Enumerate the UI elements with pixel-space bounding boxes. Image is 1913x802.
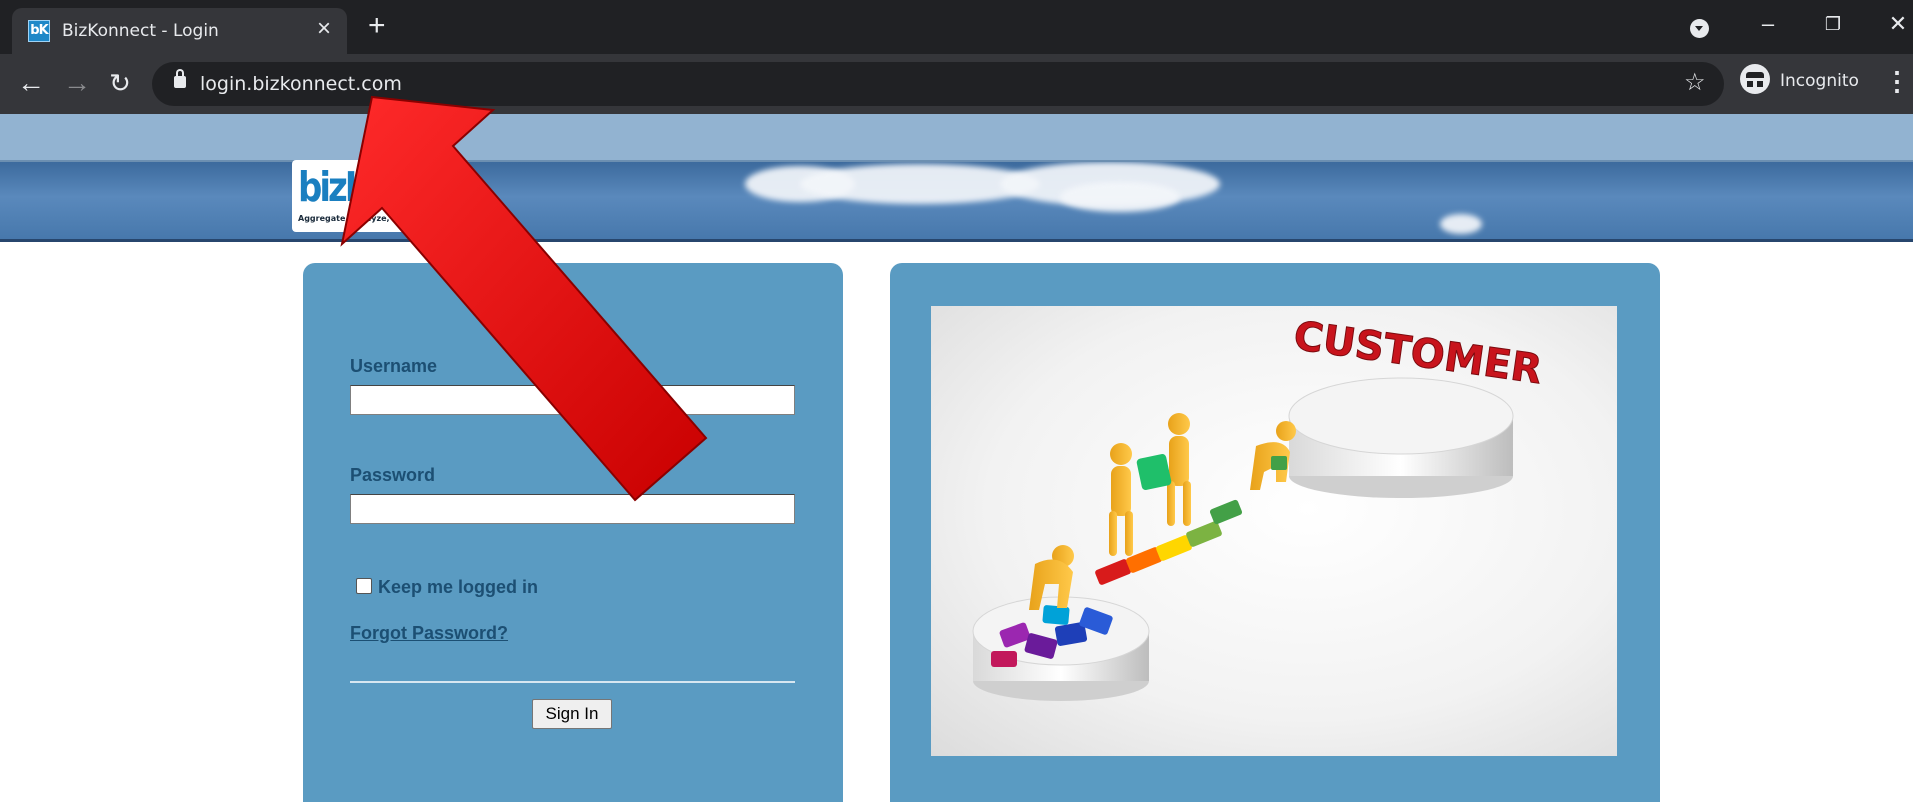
password-input[interactable] (350, 494, 795, 524)
username-input[interactable] (350, 385, 795, 415)
address-bar[interactable]: login.bizkonnect.com ☆ (152, 62, 1724, 106)
login-panel: Username Password Keep me logged in Forg… (303, 263, 843, 802)
bookmark-star-icon[interactable]: ☆ (1684, 68, 1706, 97)
bizkonnect-favicon-icon: bK (28, 20, 50, 42)
restore-icon[interactable]: ❐ (1818, 10, 1848, 38)
window-close-icon[interactable]: ✕ (1883, 10, 1913, 38)
puzzle-team-illustration: CUSTOMER (972, 312, 1545, 701)
minimize-icon[interactable]: – (1753, 10, 1783, 38)
browser-toolbar: ← → ↻ login.bizkonnect.com ☆ Incognito ⋮ (0, 54, 1913, 114)
url-text[interactable]: login.bizkonnect.com (200, 73, 402, 95)
new-tab-icon[interactable]: + (368, 11, 386, 41)
browser-tab-strip: bK BizKonnect - Login × + – ❐ ✕ (0, 0, 1913, 54)
forward-arrow-icon[interactable]: → (60, 66, 94, 100)
cloud-shape (1440, 214, 1482, 234)
reload-icon[interactable]: ↻ (103, 66, 137, 100)
forgot-password-link[interactable]: Forgot Password? (350, 623, 508, 644)
username-label: Username (350, 356, 438, 376)
customer-illustration: CUSTOMER (931, 306, 1617, 756)
illustration-panel: CUSTOMER (890, 263, 1660, 802)
sign-in-button[interactable]: Sign In (532, 699, 612, 729)
incognito-icon[interactable] (1740, 64, 1770, 94)
lock-icon[interactable] (174, 69, 186, 88)
logo-word: bizKonnect (298, 164, 484, 212)
cloud-shape (1060, 182, 1180, 212)
tab-search-icon[interactable] (1690, 19, 1709, 38)
password-label: Password (350, 465, 436, 485)
incognito-label[interactable]: Incognito (1780, 71, 1859, 91)
logo-tagline: Aggregate, Analyze, (298, 214, 390, 223)
tab-close-icon[interactable]: × (317, 17, 331, 41)
form-divider (350, 681, 795, 683)
browser-tab[interactable]: bK BizKonnect - Login × (12, 8, 347, 54)
keep-logged-in-checkbox[interactable] (356, 578, 372, 594)
page-top-bar (0, 114, 1913, 162)
browser-menu-icon[interactable]: ⋮ (1884, 66, 1910, 96)
tab-title: BizKonnect - Login (62, 21, 219, 41)
back-arrow-icon[interactable]: ← (14, 66, 48, 100)
keep-logged-in-label[interactable]: Keep me logged in (378, 577, 538, 598)
sky-banner (0, 162, 1913, 242)
bizkonnect-logo[interactable]: bizKonnect Aggregate, Analyze, (292, 160, 484, 232)
